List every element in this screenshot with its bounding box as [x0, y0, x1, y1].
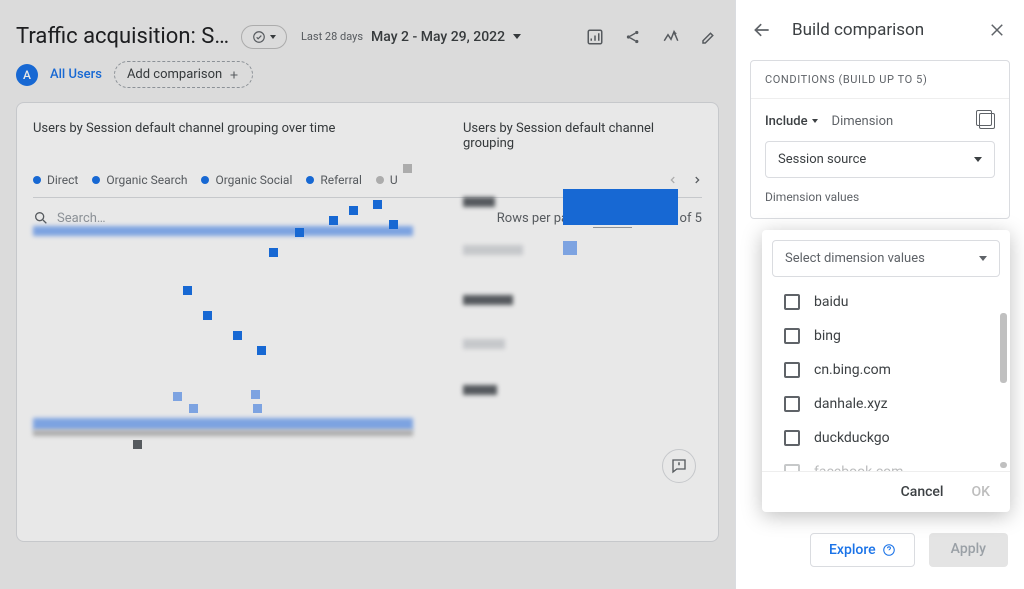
apply-button: Apply [929, 533, 1008, 567]
search-icon [33, 210, 49, 226]
dimension-values-label: Dimension values [765, 190, 995, 204]
conditions-body: Include Dimension Session source Dimensi… [751, 99, 1009, 218]
chevron-left-icon[interactable] [668, 173, 678, 187]
option-cn-bing[interactable]: cn.bing.com [762, 353, 1010, 387]
conditions-box: CONDITIONS (BUILD UP TO 5) Include Dimen… [750, 60, 1010, 219]
insights-icon[interactable] [585, 27, 605, 47]
ok-button: OK [972, 484, 991, 500]
share-icon[interactable] [623, 27, 643, 47]
check-circle-icon [252, 30, 266, 44]
dimension-select[interactable]: Session source [765, 141, 995, 178]
legend-item: Direct [33, 173, 78, 187]
chevron-down-icon [974, 157, 982, 162]
dimension-values-dropdown: Select dimension values baidu bing cn.bi… [762, 230, 1010, 512]
report-header: Traffic acquisition: Ses… Last 28 days M… [0, 0, 735, 61]
report-card: Users by Session default channel groupin… [16, 102, 719, 542]
checkbox-icon [784, 464, 800, 471]
add-comparison-button[interactable]: Add comparison [114, 61, 253, 88]
back-button[interactable] [750, 18, 774, 42]
legend-dot-icon [306, 176, 314, 184]
legend-pager [668, 173, 702, 187]
scrollbar-track-end [1000, 462, 1007, 468]
close-button[interactable] [988, 21, 1006, 39]
chart1-body [33, 146, 433, 161]
panel-header: Build comparison [736, 0, 1024, 60]
legend-item: Referral [306, 173, 362, 187]
option-bing[interactable]: bing [762, 319, 1010, 353]
dimension-values-select[interactable]: Select dimension values [772, 240, 1000, 277]
chart-time-series: Users by Session default channel groupin… [33, 121, 433, 161]
date-range-label: Last 28 days [301, 30, 363, 43]
arrow-left-icon [752, 20, 772, 40]
include-row: Include Dimension [765, 113, 995, 129]
chart-legend: Direct Organic Search Organic Social Ref… [33, 173, 702, 187]
charts-row: Users by Session default channel groupin… [33, 121, 702, 161]
copy-icon[interactable] [979, 113, 995, 129]
include-dropdown[interactable]: Include [765, 114, 818, 129]
dimension-values-list: baidu bing cn.bing.com danhale.xyz duckd… [762, 281, 1010, 471]
checkbox-icon [784, 430, 800, 446]
page-title: Traffic acquisition: Ses… [16, 24, 231, 49]
checkbox-icon [784, 362, 800, 378]
dropdown-actions: Cancel OK [762, 471, 1010, 512]
legend-item: U [376, 173, 398, 187]
legend-dot-icon [33, 176, 41, 184]
segment-badge: A [16, 64, 38, 86]
checkbox-icon [784, 328, 800, 344]
chevron-right-icon[interactable] [692, 173, 702, 187]
date-range-picker[interactable]: Last 28 days May 2 - May 29, 2022 [301, 29, 521, 45]
status-dropdown[interactable] [241, 25, 287, 49]
panel-footer: Explore Apply [736, 515, 1024, 589]
checkbox-icon [784, 396, 800, 412]
close-icon [988, 21, 1006, 39]
plus-icon [228, 69, 240, 81]
conditions-heading: CONDITIONS (BUILD UP TO 5) [751, 61, 1009, 99]
date-range-value: May 2 - May 29, 2022 [371, 29, 505, 45]
toolbar-icons [585, 27, 719, 47]
option-duckduckgo[interactable]: duckduckgo [762, 421, 1010, 455]
panel-title: Build comparison [792, 20, 988, 40]
insights-spark-icon[interactable] [661, 27, 681, 47]
help-icon [882, 543, 896, 557]
option-baidu[interactable]: baidu [762, 285, 1010, 319]
scrollbar-thumb[interactable] [1000, 313, 1007, 383]
edit-icon[interactable] [699, 27, 719, 47]
explore-button[interactable]: Explore [810, 533, 915, 567]
main-report-area: Traffic acquisition: Ses… Last 28 days M… [0, 0, 735, 589]
search-input[interactable]: Search… [57, 211, 106, 226]
cancel-button[interactable]: Cancel [901, 484, 944, 500]
option-danhale[interactable]: danhale.xyz [762, 387, 1010, 421]
option-cut[interactable]: facebook.com [762, 455, 1010, 471]
legend-dot-icon [92, 176, 100, 184]
add-comparison-label: Add comparison [127, 67, 222, 82]
legend-item: Organic Social [201, 173, 292, 187]
segment-all-users[interactable]: All Users [50, 67, 102, 82]
chart-bar: Users by Session default channel groupin… [463, 121, 703, 161]
legend-dot-icon [201, 176, 209, 184]
chart2-title: Users by Session default channel groupin… [463, 121, 703, 151]
legend-item: Organic Search [92, 173, 187, 187]
chevron-down-icon [979, 256, 987, 261]
feedback-button[interactable] [662, 449, 696, 483]
chevron-down-icon [812, 119, 818, 123]
dimension-label: Dimension [832, 114, 894, 129]
legend-dot-icon [376, 176, 384, 184]
chevron-down-icon [270, 35, 276, 39]
chevron-down-icon [513, 34, 521, 39]
comparison-row: A All Users Add comparison [0, 61, 735, 102]
chart1-title: Users by Session default channel groupin… [33, 121, 433, 136]
feedback-icon [670, 457, 688, 475]
checkbox-icon [784, 294, 800, 310]
